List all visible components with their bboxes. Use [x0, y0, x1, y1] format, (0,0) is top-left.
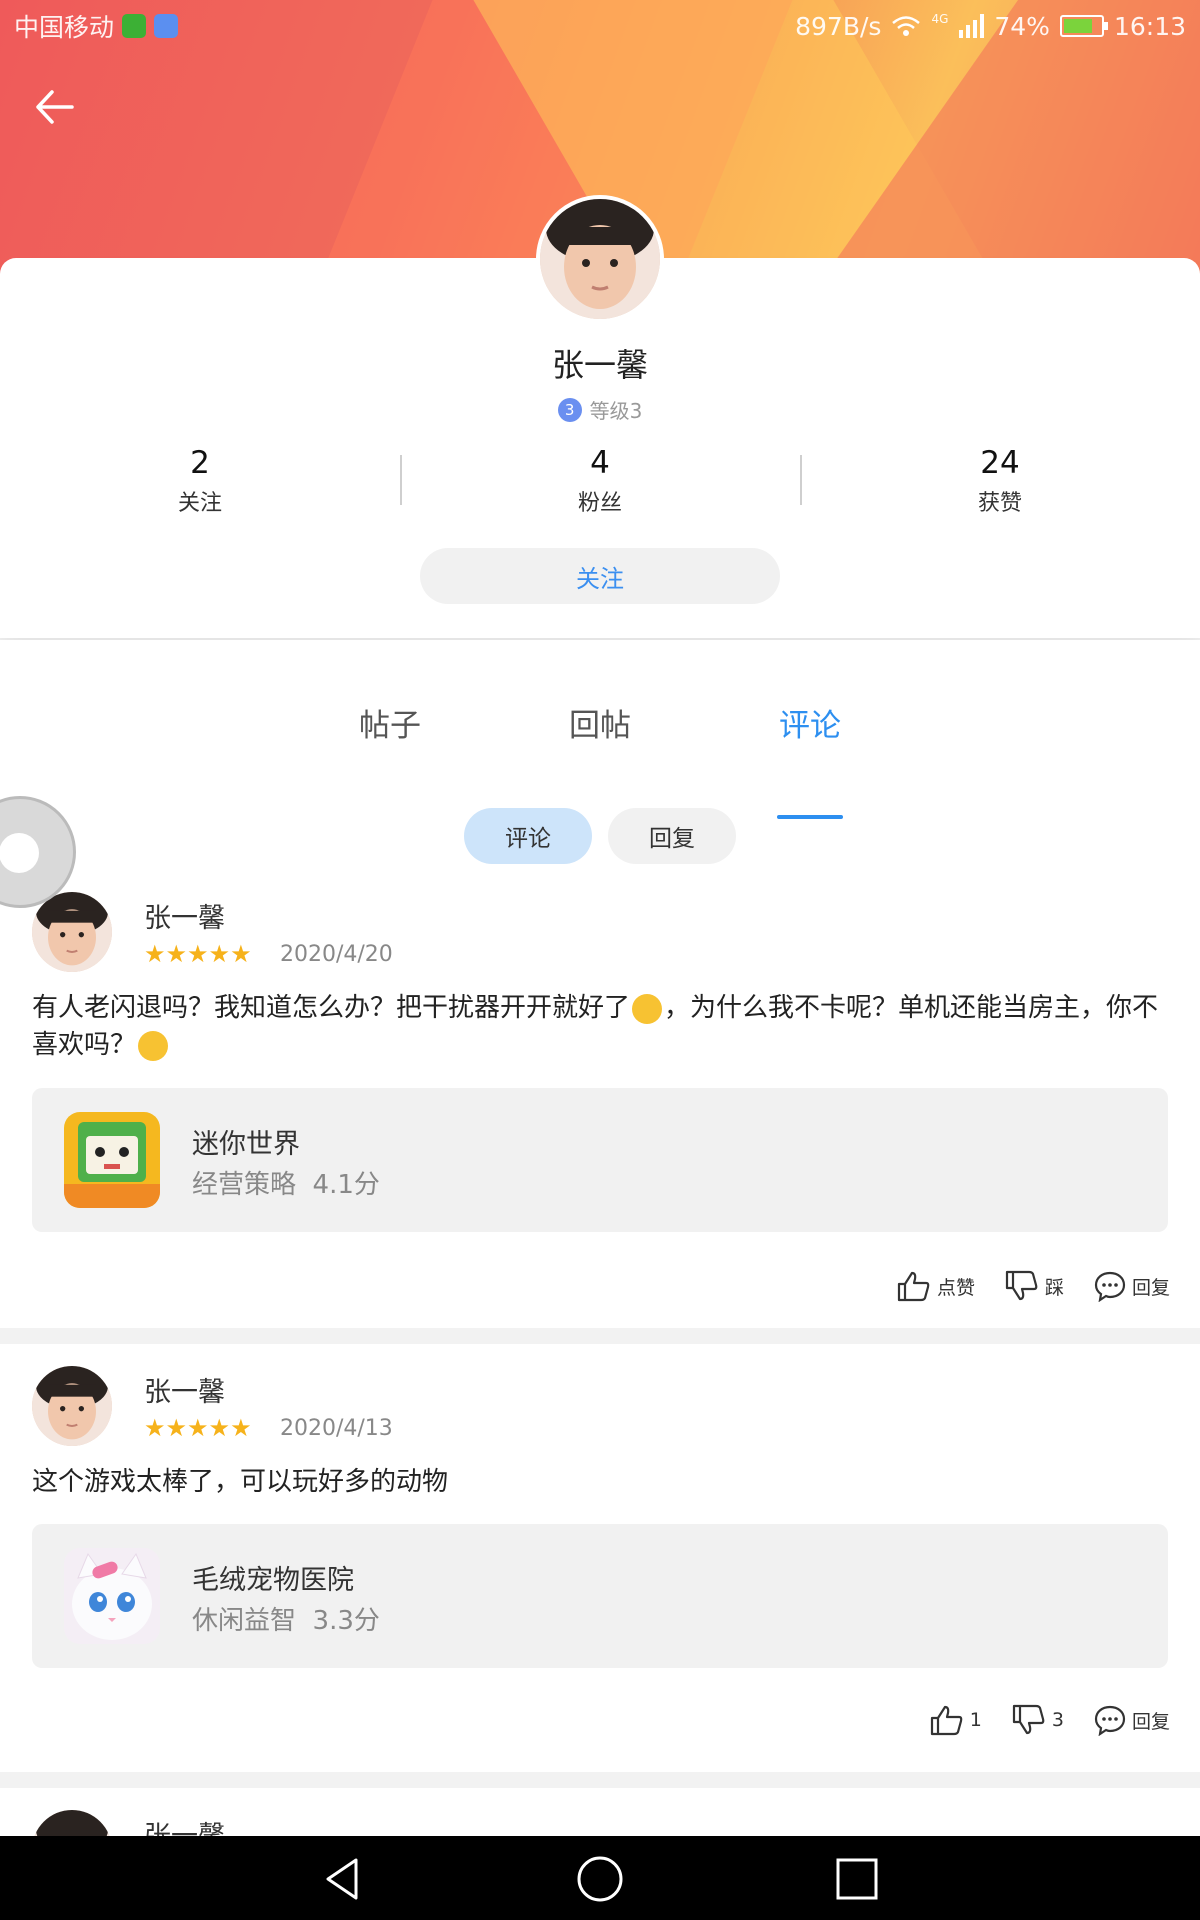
thumbs-down-icon — [1005, 1270, 1038, 1301]
like-button[interactable]: 1 — [930, 1704, 982, 1736]
battery-percent: 74% — [994, 11, 1050, 41]
game-name: 毛绒宠物医院 — [192, 1565, 354, 1596]
comment-actions: 点赞 踩 回复 — [897, 1270, 1170, 1302]
tab-bar: 帖子 回帖 评论 — [0, 700, 1200, 819]
comment-item: 张一馨 ★★★★★ 2020/4/20 有人老闪退吗？我知道怎么办？把干扰器开开… — [0, 888, 1200, 1328]
stat-number: 24 — [980, 445, 1020, 481]
level-label: 等级3 — [589, 399, 643, 423]
stat-number: 4 — [590, 445, 610, 481]
rating-stars: ★★★★★ — [144, 1414, 252, 1442]
stat-label: 获赞 — [977, 491, 1022, 516]
reply-button[interactable]: 回复 — [1094, 1704, 1170, 1736]
comment-avatar[interactable] — [32, 1366, 112, 1446]
game-card[interactable]: 迷你世界 经营策略 4.1分 — [32, 1088, 1168, 1232]
comment-text: 这个游戏太棒了，可以玩好多的动物 — [32, 1467, 449, 1497]
chat-bubble-icon — [1094, 1705, 1126, 1736]
reply-label: 回复 — [1131, 1276, 1170, 1299]
notification-icon — [154, 14, 179, 38]
rating-stars: ★★★★★ — [144, 940, 252, 968]
comment-date: 2020/4/20 — [280, 942, 393, 967]
comment-avatar[interactable] — [32, 892, 112, 972]
stat-fans[interactable]: 4 粉丝 — [400, 445, 800, 516]
game-icon-mini-world — [64, 1112, 160, 1208]
system-navigation-bar — [0, 1836, 1200, 1920]
thumbs-up-icon — [897, 1271, 930, 1302]
game-meta: 经营策略 4.1分 — [192, 1164, 380, 1201]
section-divider — [0, 1328, 1200, 1344]
network-type: 4G — [931, 11, 949, 26]
reply-button[interactable]: 回复 — [1094, 1270, 1170, 1302]
signal-icon — [959, 14, 985, 38]
thumbs-down-icon — [1012, 1704, 1045, 1735]
nav-back-icon[interactable] — [318, 1854, 368, 1904]
stat-number: 2 — [190, 445, 210, 481]
clock: 16:13 — [1113, 11, 1186, 41]
comment-username[interactable]: 张一馨 — [144, 896, 225, 935]
chat-bubble-icon — [1094, 1271, 1126, 1302]
stat-following[interactable]: 2 关注 — [0, 445, 400, 516]
game-card[interactable]: 毛绒宠物医院 休闲益智 3.3分 — [32, 1524, 1168, 1668]
active-tab-indicator — [777, 815, 843, 819]
tab-comments[interactable]: 评论 — [750, 700, 870, 745]
comment-actions: 1 3 回复 — [930, 1704, 1170, 1736]
stat-label: 关注 — [177, 491, 222, 516]
comment-date: 2020/4/13 — [280, 1416, 393, 1441]
comment-text-part: 有人老闪退吗？我知道怎么办？把干扰器开开就好了 — [32, 993, 631, 1023]
level-badge-icon: 3 — [557, 397, 582, 422]
game-meta: 休闲益智 3.3分 — [192, 1600, 380, 1637]
game-score: 3.3分 — [312, 1606, 380, 1636]
follow-button[interactable]: 关注 — [420, 548, 780, 604]
level-info: 3 等级3 — [0, 395, 1200, 424]
game-score: 4.1分 — [312, 1170, 380, 1200]
dislike-count: 3 — [1051, 1709, 1064, 1731]
like-count: 1 — [969, 1709, 982, 1731]
thumbs-up-icon — [930, 1705, 963, 1736]
comment-avatar[interactable] — [32, 1810, 112, 1836]
game-category: 休闲益智 — [192, 1606, 297, 1636]
comment-item: 张一馨 — [0, 1788, 1200, 1836]
profile-name: 张一馨 — [551, 346, 648, 384]
dislike-button[interactable]: 3 — [1012, 1704, 1064, 1736]
like-label: 点赞 — [936, 1276, 975, 1299]
subtab-replies[interactable]: 回复 — [608, 808, 736, 864]
wechat-icon — [122, 14, 147, 38]
content-area: 帖子 回帖 评论 评论 回复 张一馨 ★★★★★ 2020/4/20 有人老闪退… — [0, 640, 1200, 1836]
wifi-icon — [892, 16, 921, 36]
smile-emoji-icon — [632, 993, 663, 1024]
battery-icon — [1059, 15, 1108, 37]
profile-stats: 2 关注 4 粉丝 24 获赞 — [0, 445, 1200, 516]
stat-likes: 24 获赞 — [800, 445, 1200, 516]
dislike-button[interactable]: 踩 — [1005, 1270, 1064, 1302]
tab-replies[interactable]: 回帖 — [540, 700, 660, 745]
comment-text: 有人老闪退吗？我知道怎么办？把干扰器开开就好了 ，为什么我不卡呢？单机还能当房主，… — [32, 990, 1172, 1064]
like-button[interactable]: 点赞 — [897, 1270, 975, 1302]
reply-label: 回复 — [1131, 1710, 1170, 1733]
comment-username[interactable]: 张一馨 — [144, 1814, 225, 1836]
status-bar: 中国移动 897B/s 4G 74% 16:13 — [0, 0, 1200, 52]
game-icon-pet-hospital — [64, 1548, 160, 1644]
dislike-label: 踩 — [1044, 1276, 1064, 1299]
game-category: 经营策略 — [192, 1170, 297, 1200]
back-arrow-icon[interactable] — [30, 82, 80, 132]
stat-label: 粉丝 — [577, 491, 622, 516]
tab-posts[interactable]: 帖子 — [330, 700, 450, 745]
nav-recents-icon[interactable] — [832, 1854, 882, 1904]
comment-item: 张一馨 ★★★★★ 2020/4/13 这个游戏太棒了，可以玩好多的动物 毛绒宠… — [0, 1344, 1200, 1784]
subtab-comments[interactable]: 评论 — [464, 808, 592, 864]
section-divider — [0, 1772, 1200, 1788]
profile-avatar[interactable] — [536, 195, 664, 323]
nav-home-icon[interactable] — [575, 1854, 625, 1904]
game-name: 迷你世界 — [192, 1129, 300, 1160]
unamused-emoji-icon — [138, 1030, 169, 1061]
carrier-label: 中国移动 — [14, 13, 115, 42]
network-speed: 897B/s — [795, 11, 882, 41]
comment-username[interactable]: 张一馨 — [144, 1370, 225, 1409]
